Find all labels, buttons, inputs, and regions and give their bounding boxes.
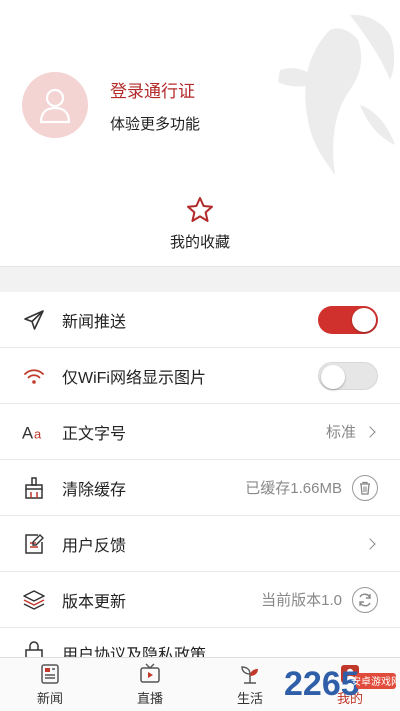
user-avatar-icon: [39, 88, 71, 124]
trash-icon[interactable]: [352, 474, 378, 501]
wifi-images-toggle[interactable]: [318, 361, 378, 390]
setting-feedback[interactable]: 用户反馈: [0, 516, 400, 572]
setting-label: 清除缓存: [62, 481, 127, 499]
tv-icon: [140, 663, 160, 683]
broom-icon: [22, 476, 46, 500]
svg-text:A: A: [22, 423, 34, 442]
tab-live[interactable]: 直播: [100, 658, 200, 711]
sprout-icon: [241, 665, 258, 684]
tab-news[interactable]: 新闻: [0, 658, 100, 711]
cache-size-value: 已缓存1.66MB: [245, 480, 342, 497]
news-push-toggle[interactable]: [318, 305, 378, 334]
font-size-icon: A a: [22, 420, 46, 444]
settings-list: 新闻推送 仅WiFi网络显示图片 A a 正文字号 标准 清除缓存 已缓存1.6…: [0, 292, 400, 658]
setting-label: 用户反馈: [62, 537, 127, 555]
setting-label: 用户协议及隐私政策: [62, 647, 207, 658]
brand-watermark-graphic: [278, 14, 395, 176]
setting-label: 正文字号: [62, 425, 127, 443]
setting-label: 新闻推送: [62, 313, 127, 331]
setting-font-size[interactable]: A a 正文字号 标准: [0, 404, 400, 460]
svg-text:2265: 2265: [284, 665, 360, 703]
lock-icon: [22, 640, 46, 658]
edit-icon: [22, 532, 46, 556]
tab-label: 生活: [236, 690, 263, 706]
favorites-label: 我的收藏: [169, 234, 230, 251]
tab-label: 直播: [136, 690, 163, 706]
setting-wifi-images[interactable]: 仅WiFi网络显示图片: [0, 348, 400, 404]
newspaper-icon: [41, 663, 59, 684]
svg-text:安卓游戏网: 安卓游戏网: [351, 675, 396, 688]
site-watermark-logo: 2265 安卓游戏网: [284, 665, 396, 703]
setting-label: 版本更新: [62, 593, 127, 611]
login-link[interactable]: 登录通行证: [110, 77, 195, 102]
star-icon: [187, 197, 213, 222]
chevron-right-icon: [364, 537, 376, 550]
layers-icon: [22, 588, 46, 612]
chevron-right-icon: [364, 425, 376, 438]
setting-privacy-policy[interactable]: 用户协议及隐私政策: [0, 628, 400, 658]
wifi-icon: [22, 364, 46, 388]
section-divider: [0, 266, 400, 292]
favorites-button[interactable]: 我的收藏: [0, 195, 400, 265]
tab-label: 新闻: [36, 690, 63, 706]
font-size-value: 标准: [325, 424, 356, 441]
setting-clear-cache[interactable]: 清除缓存 已缓存1.66MB: [0, 460, 400, 516]
setting-version-update[interactable]: 版本更新 当前版本1.0: [0, 572, 400, 628]
version-value: 当前版本1.0: [261, 592, 342, 609]
setting-news-push[interactable]: 新闻推送: [0, 292, 400, 348]
send-icon: [22, 308, 46, 332]
refresh-icon[interactable]: [352, 586, 378, 613]
profile-header: 登录通行证 体验更多功能: [0, 0, 400, 190]
login-subtitle: 体验更多功能: [110, 116, 201, 133]
avatar[interactable]: [22, 72, 88, 138]
svg-text:a: a: [34, 426, 42, 441]
setting-label: 仅WiFi网络显示图片: [62, 369, 206, 387]
